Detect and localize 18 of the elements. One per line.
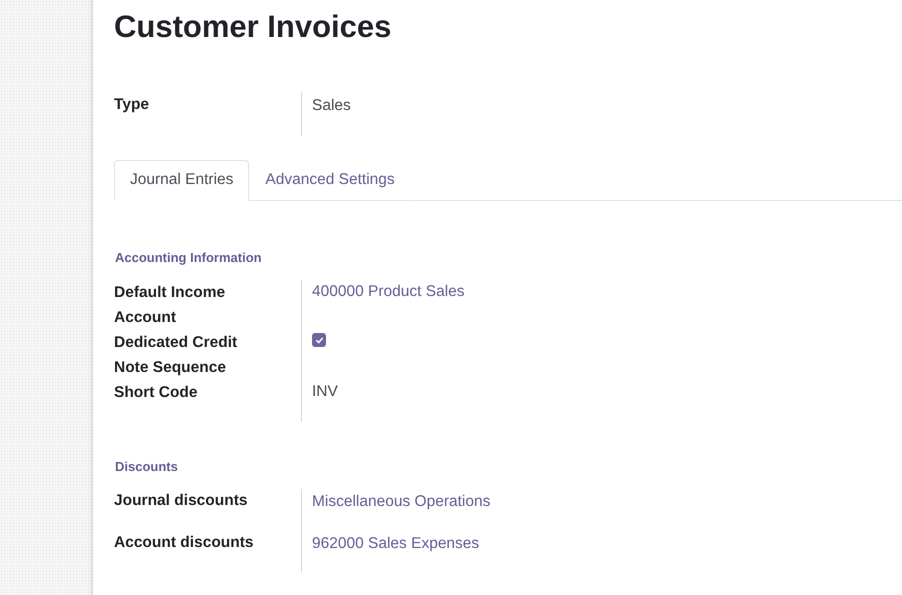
field-value: INV: [312, 383, 338, 400]
field-label: Type: [114, 95, 150, 115]
tab[interactable]: Journal Entries: [114, 160, 250, 201]
checkbox[interactable]: [312, 333, 326, 348]
field-label: Short Code: [114, 383, 199, 403]
field-value: Sales: [312, 97, 351, 114]
field-link[interactable]: 400000 Product Sales: [312, 283, 465, 300]
section-heading: Accounting Information: [115, 250, 263, 265]
record-title: Customer Invoices: [114, 8, 392, 46]
field-label: Dedicated Credit Note Sequence: [114, 333, 238, 378]
field-label: Journal discounts: [114, 491, 248, 511]
field-label: Default Income Account: [114, 283, 226, 328]
field-label: Account discounts: [114, 533, 255, 553]
tab[interactable]: Advanced Settings: [249, 160, 411, 201]
field-link[interactable]: Miscellaneous Operations: [312, 493, 490, 510]
checkmark-icon: [314, 336, 324, 345]
section-heading: Discounts: [115, 459, 179, 474]
field-link[interactable]: 962000 Sales Expenses: [312, 535, 480, 552]
